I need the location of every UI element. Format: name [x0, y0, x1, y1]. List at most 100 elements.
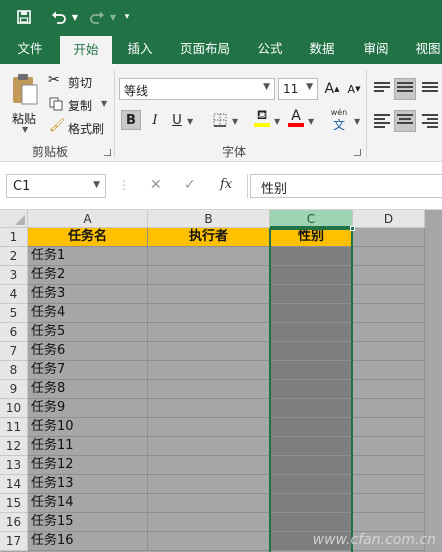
redo-icon[interactable]	[86, 7, 108, 27]
cell-a9[interactable]: 任务8	[28, 380, 148, 399]
cell-b15[interactable]	[148, 494, 270, 513]
cell-c4[interactable]	[270, 285, 353, 304]
cell-a15[interactable]: 任务14	[28, 494, 148, 513]
fill-color-dropdown-icon[interactable]: ▼	[274, 117, 280, 126]
row-header[interactable]: 5	[0, 304, 28, 323]
cell-a2[interactable]: 任务1	[28, 247, 148, 266]
cell-a14[interactable]: 任务13	[28, 475, 148, 494]
row-header[interactable]: 1	[0, 228, 28, 247]
phonetic-button[interactable]: wén 文	[326, 108, 352, 134]
cell-d9[interactable]	[353, 380, 425, 399]
font-color-dropdown-icon[interactable]: ▼	[308, 117, 314, 126]
italic-button[interactable]: I	[145, 110, 165, 130]
tab-view[interactable]: 视图	[406, 34, 442, 64]
tab-data[interactable]: 数据	[300, 34, 344, 64]
row-header[interactable]: 17	[0, 532, 28, 551]
tab-file[interactable]: 文件	[8, 34, 52, 64]
row-header[interactable]: 3	[0, 266, 28, 285]
cell-d3[interactable]	[353, 266, 425, 285]
align-top-icon[interactable]	[374, 82, 390, 96]
fill-handle[interactable]	[350, 226, 355, 231]
redo-dropdown-icon[interactable]: ▼	[108, 7, 118, 27]
select-all-button[interactable]	[0, 210, 28, 228]
cell-a10[interactable]: 任务9	[28, 399, 148, 418]
cell-a16[interactable]: 任务15	[28, 513, 148, 532]
align-bottom-icon[interactable]	[422, 82, 438, 96]
cell-a3[interactable]: 任务2	[28, 266, 148, 285]
cell-a13[interactable]: 任务12	[28, 456, 148, 475]
customize-icon[interactable]: ▾	[120, 7, 134, 27]
tab-formulas[interactable]: 公式	[248, 34, 292, 64]
row-header[interactable]: 8	[0, 361, 28, 380]
underline-button[interactable]: U	[167, 110, 187, 130]
bold-button[interactable]: B	[121, 110, 141, 130]
cell-d4[interactable]	[353, 285, 425, 304]
tab-home[interactable]: 开始	[60, 36, 112, 64]
cell-a6[interactable]: 任务5	[28, 323, 148, 342]
cell-d11[interactable]	[353, 418, 425, 437]
cell-c7[interactable]	[270, 342, 353, 361]
column-header-b[interactable]: B	[148, 210, 270, 228]
cell-b5[interactable]	[148, 304, 270, 323]
cell-a11[interactable]: 任务10	[28, 418, 148, 437]
cell-b11[interactable]	[148, 418, 270, 437]
row-header[interactable]: 14	[0, 475, 28, 494]
row-header[interactable]: 10	[0, 399, 28, 418]
tab-review[interactable]: 审阅	[354, 34, 398, 64]
splitter-dots-icon[interactable]: ⋮	[118, 178, 130, 192]
cell-d7[interactable]	[353, 342, 425, 361]
cell-b4[interactable]	[148, 285, 270, 304]
row-header[interactable]: 16	[0, 513, 28, 532]
cell-c12[interactable]	[270, 437, 353, 456]
cell-c3[interactable]	[270, 266, 353, 285]
cell-a12[interactable]: 任务11	[28, 437, 148, 456]
font-color-button[interactable]: A	[286, 108, 306, 128]
worksheet-grid[interactable]: A B C D 1 任务名 执行者 性别 2 任务1 3 任务2 4 任务3 5 任务4 6 任务5 7 任务6 8 任务…	[0, 210, 442, 552]
cell-d8[interactable]	[353, 361, 425, 380]
cell-c2[interactable]	[270, 247, 353, 266]
clipboard-launcher-icon[interactable]	[104, 149, 111, 156]
cancel-icon[interactable]: ✕	[150, 177, 162, 193]
cell-b7[interactable]	[148, 342, 270, 361]
cell-c16[interactable]	[270, 513, 353, 532]
row-header[interactable]: 15	[0, 494, 28, 513]
cell-c15[interactable]	[270, 494, 353, 513]
font-launcher-icon[interactable]	[354, 149, 361, 156]
formula-input[interactable]: 性别	[250, 174, 442, 198]
cell-c5[interactable]	[270, 304, 353, 323]
cell-a1[interactable]: 任务名	[28, 228, 148, 247]
cell-d6[interactable]	[353, 323, 425, 342]
cell-b10[interactable]	[148, 399, 270, 418]
cell-d15[interactable]	[353, 494, 425, 513]
cell-b8[interactable]	[148, 361, 270, 380]
row-header[interactable]: 11	[0, 418, 28, 437]
tab-insert[interactable]: 插入	[118, 34, 162, 64]
cell-d16[interactable]	[353, 513, 425, 532]
row-header[interactable]: 2	[0, 247, 28, 266]
cell-b6[interactable]	[148, 323, 270, 342]
cell-a4[interactable]: 任务3	[28, 285, 148, 304]
cell-b9[interactable]	[148, 380, 270, 399]
cell-c10[interactable]	[270, 399, 353, 418]
cell-d10[interactable]	[353, 399, 425, 418]
align-right-icon[interactable]	[422, 114, 438, 128]
align-center-button[interactable]	[394, 110, 416, 132]
name-box[interactable]: C1 ▼	[6, 174, 106, 198]
cut-button[interactable]: ✂ 剪切	[48, 72, 106, 92]
row-header[interactable]: 12	[0, 437, 28, 456]
cell-c13[interactable]	[270, 456, 353, 475]
phonetic-dropdown-icon[interactable]: ▼	[354, 117, 360, 126]
cell-a17[interactable]: 任务16	[28, 532, 148, 551]
cell-b2[interactable]	[148, 247, 270, 266]
font-name-combo[interactable]: 等线 ▼	[119, 78, 275, 100]
cell-b3[interactable]	[148, 266, 270, 285]
cell-c14[interactable]	[270, 475, 353, 494]
cell-d14[interactable]	[353, 475, 425, 494]
row-header[interactable]: 6	[0, 323, 28, 342]
fill-color-button[interactable]: ⛾	[252, 108, 272, 128]
cell-a7[interactable]: 任务6	[28, 342, 148, 361]
cell-c11[interactable]	[270, 418, 353, 437]
row-header[interactable]: 7	[0, 342, 28, 361]
cell-d2[interactable]	[353, 247, 425, 266]
font-size-combo[interactable]: 11 ▼	[278, 78, 318, 100]
